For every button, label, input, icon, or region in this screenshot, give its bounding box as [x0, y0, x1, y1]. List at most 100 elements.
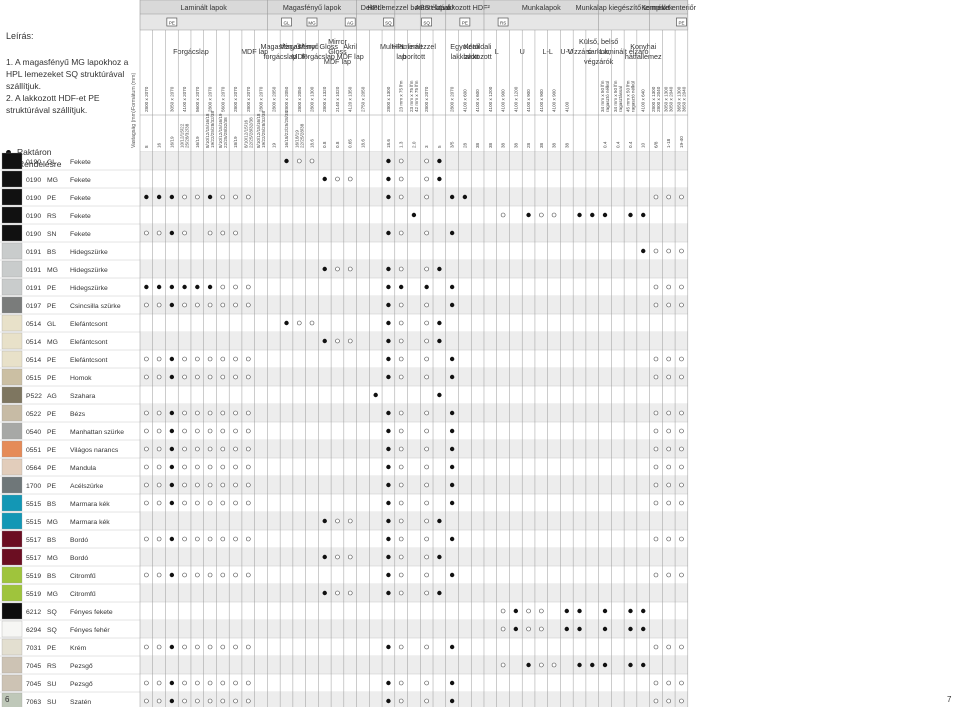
order-dot-icon [156, 302, 162, 308]
stock-dot-icon [386, 266, 391, 272]
order-dot-icon [347, 266, 353, 272]
stock-dot-icon [411, 212, 417, 218]
order-dot-icon [398, 644, 404, 650]
order-dot-icon [653, 464, 659, 470]
product-availability-table: Laminált lapok Magasfényű lapok HPL¹Dekorl… [0, 0, 697, 707]
order-dot-icon [424, 500, 429, 506]
decor-code: 0514 [26, 339, 41, 346]
order-dot-icon [156, 374, 162, 380]
subhead-6: MDF lap [337, 52, 364, 61]
stock-dot-icon [144, 194, 149, 200]
order-dot-icon [144, 302, 149, 308]
order-dot-icon [679, 644, 684, 650]
decor-code: 5517 [26, 555, 41, 562]
stock-dot-icon [386, 446, 391, 452]
color-swatch [1, 512, 23, 530]
group-label-5: Lakkozott HDF² [440, 3, 491, 12]
order-dot-icon [182, 302, 187, 308]
color-swatch [1, 548, 23, 566]
stock-dot-icon [449, 302, 455, 308]
stock-dot-icon [590, 662, 595, 668]
color-swatch [1, 278, 23, 296]
structure-icon-label: PE [169, 21, 175, 26]
format-label: 4100 x 1200 [513, 86, 518, 112]
decor-code: 7063 [26, 699, 41, 706]
thickness-label: 18.6 [386, 139, 391, 148]
order-dot-icon [296, 320, 302, 326]
group-label-0: Laminált lapok [181, 3, 228, 12]
order-dot-icon [398, 464, 404, 470]
format-label: 2800 x 2040 [656, 86, 661, 112]
stock-dot-icon [602, 212, 608, 218]
order-dot-icon [398, 536, 404, 542]
decor-code: 7031 [26, 645, 41, 652]
format-label: 4100 x 640 [641, 89, 646, 112]
order-dot-icon [207, 230, 213, 236]
order-dot-icon [182, 536, 187, 542]
order-dot-icon [666, 248, 672, 254]
subhead-6: Akril [343, 42, 357, 51]
order-dot-icon [245, 428, 251, 434]
order-dot-icon [245, 284, 251, 290]
decor-name: Homok [70, 375, 92, 382]
decor-code: 0191 [26, 267, 41, 274]
order-dot-icon [245, 644, 251, 650]
color-swatch [1, 620, 23, 638]
surface-code: MG [47, 339, 58, 346]
order-dot-icon [424, 644, 429, 650]
decor-code: 1700 [26, 483, 41, 490]
order-dot-icon [144, 572, 149, 578]
thickness-label: 3/5 [450, 141, 455, 148]
order-dot-icon [245, 410, 251, 416]
order-dot-icon [245, 572, 251, 578]
subhead-10: Kétoldali [464, 42, 492, 51]
stock-dot-icon [641, 212, 646, 218]
decor-name: Szatén [70, 699, 91, 706]
stock-dot-icon [386, 572, 391, 578]
order-dot-icon [207, 356, 213, 362]
surface-code: BS [47, 249, 57, 256]
order-dot-icon [666, 698, 672, 704]
order-dot-icon [398, 554, 404, 560]
stock-dot-icon [322, 518, 327, 524]
stock-dot-icon [462, 194, 468, 200]
decor-name: Krém [70, 645, 87, 652]
surface-code: RS [47, 213, 57, 220]
surface-code: PE [47, 195, 57, 202]
color-swatch [1, 404, 23, 422]
decor-name: Bézs [70, 411, 86, 418]
order-dot-icon [156, 644, 162, 650]
order-dot-icon [144, 536, 149, 542]
stock-dot-icon [449, 356, 455, 362]
order-dot-icon [653, 356, 659, 362]
stock-dot-icon [577, 626, 582, 632]
stock-dot-icon [513, 608, 519, 614]
order-dot-icon [144, 410, 149, 416]
stock-dot-icon [398, 284, 404, 290]
stock-dot-icon [386, 176, 391, 182]
format-side-label: Formátum (mm) [131, 73, 137, 110]
order-dot-icon [653, 572, 659, 578]
stock-dot-icon [449, 680, 455, 686]
decor-code: 0540 [26, 429, 41, 436]
order-dot-icon [666, 500, 672, 506]
order-dot-icon [666, 482, 672, 488]
order-dot-icon [144, 374, 149, 380]
order-dot-icon [144, 482, 149, 488]
stock-dot-icon [628, 662, 633, 668]
surface-code: PE [47, 429, 57, 436]
decor-name: Pezsgő [70, 681, 93, 688]
decor-code: 0515 [26, 375, 41, 382]
format-label: 3050 x 2040 [669, 86, 674, 112]
order-dot-icon [233, 446, 238, 452]
stock-dot-icon [641, 608, 646, 614]
order-dot-icon [207, 446, 213, 452]
order-dot-icon [233, 374, 238, 380]
order-dot-icon [679, 698, 684, 704]
table-row-stripe [140, 512, 688, 530]
stock-dot-icon [322, 266, 327, 272]
subhead-8: borított [403, 52, 425, 61]
order-dot-icon [195, 428, 200, 434]
stock-dot-icon [207, 284, 213, 290]
order-dot-icon [653, 374, 659, 380]
